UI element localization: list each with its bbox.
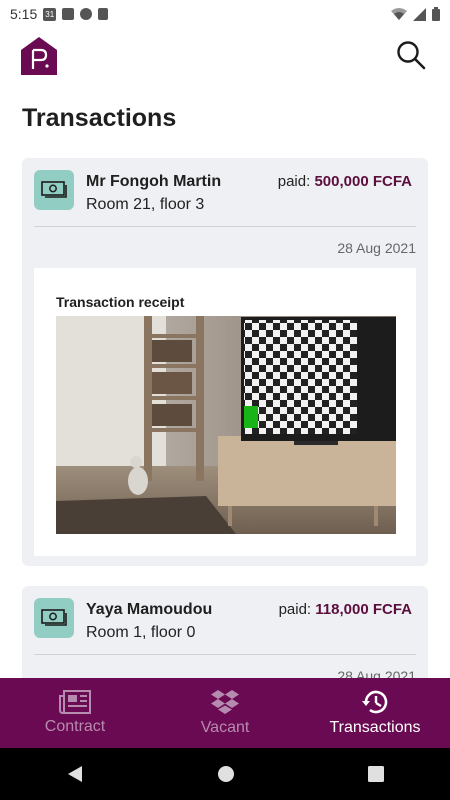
nav-transactions[interactable]: Transactions (300, 678, 450, 748)
paid-info: paid: 500,000 FCFA (278, 173, 412, 190)
home-icon[interactable] (217, 765, 235, 783)
pocket-icon (80, 8, 93, 20)
paid-amount: 500,000 FCFA (314, 173, 412, 190)
tenant-name: Yaya Mamoudou (86, 601, 213, 618)
money-badge (34, 598, 74, 638)
bottom-nav: Contract Vacant Transactions (0, 678, 450, 748)
page-title: Transactions (22, 104, 177, 132)
receipt-image[interactable] (56, 316, 396, 534)
back-icon[interactable] (66, 765, 84, 783)
divider (34, 654, 416, 655)
nav-label: Vacant (200, 719, 250, 736)
money-icon (41, 181, 67, 198)
transaction-card[interactable]: Mr Fongoh Martin Room 21, floor 3 paid: … (22, 158, 428, 566)
dropbox-icon (211, 690, 239, 714)
app-logo[interactable] (20, 36, 58, 76)
search-icon[interactable] (396, 40, 426, 70)
paid-label: paid: (277, 173, 311, 190)
nav-label: Contract (44, 718, 106, 735)
room-info: Room 21, floor 3 (86, 196, 205, 213)
receipt-title: Transaction receipt (56, 294, 185, 310)
transaction-date: 28 Aug 2021 (337, 240, 416, 256)
divider (34, 226, 416, 227)
nav-contract[interactable]: Contract (0, 678, 150, 748)
status-time: 5:15 (10, 6, 38, 22)
battery-icon (432, 7, 440, 21)
signal-icon (413, 7, 426, 21)
nav-vacant[interactable]: Vacant (150, 678, 300, 748)
gmail-icon (62, 8, 75, 20)
calendar-day: 31 (45, 9, 55, 19)
system-nav-bar (0, 748, 450, 800)
newspaper-icon (59, 690, 91, 714)
paid-info: paid: 118,000 FCFA (279, 601, 412, 618)
money-icon (41, 609, 67, 626)
paid-amount: 118,000 FCFA (315, 601, 412, 618)
money-badge (34, 170, 74, 210)
app-bar (0, 30, 450, 86)
history-icon (362, 690, 388, 714)
sd-card-icon (98, 8, 109, 20)
status-left: 5:15 31 (10, 6, 109, 22)
room-info: Room 1, floor 0 (86, 624, 196, 641)
calendar-icon: 31 (43, 7, 57, 21)
recents-icon[interactable] (367, 766, 384, 782)
status-bar: 5:15 31 (0, 0, 450, 28)
status-right (391, 7, 440, 21)
tenant-name: Mr Fongoh Martin (86, 173, 222, 190)
wifi-icon (391, 7, 407, 20)
receipt-panel: Transaction receipt (34, 268, 416, 556)
nav-label: Transactions (329, 719, 421, 736)
paid-label: paid: (278, 601, 312, 618)
